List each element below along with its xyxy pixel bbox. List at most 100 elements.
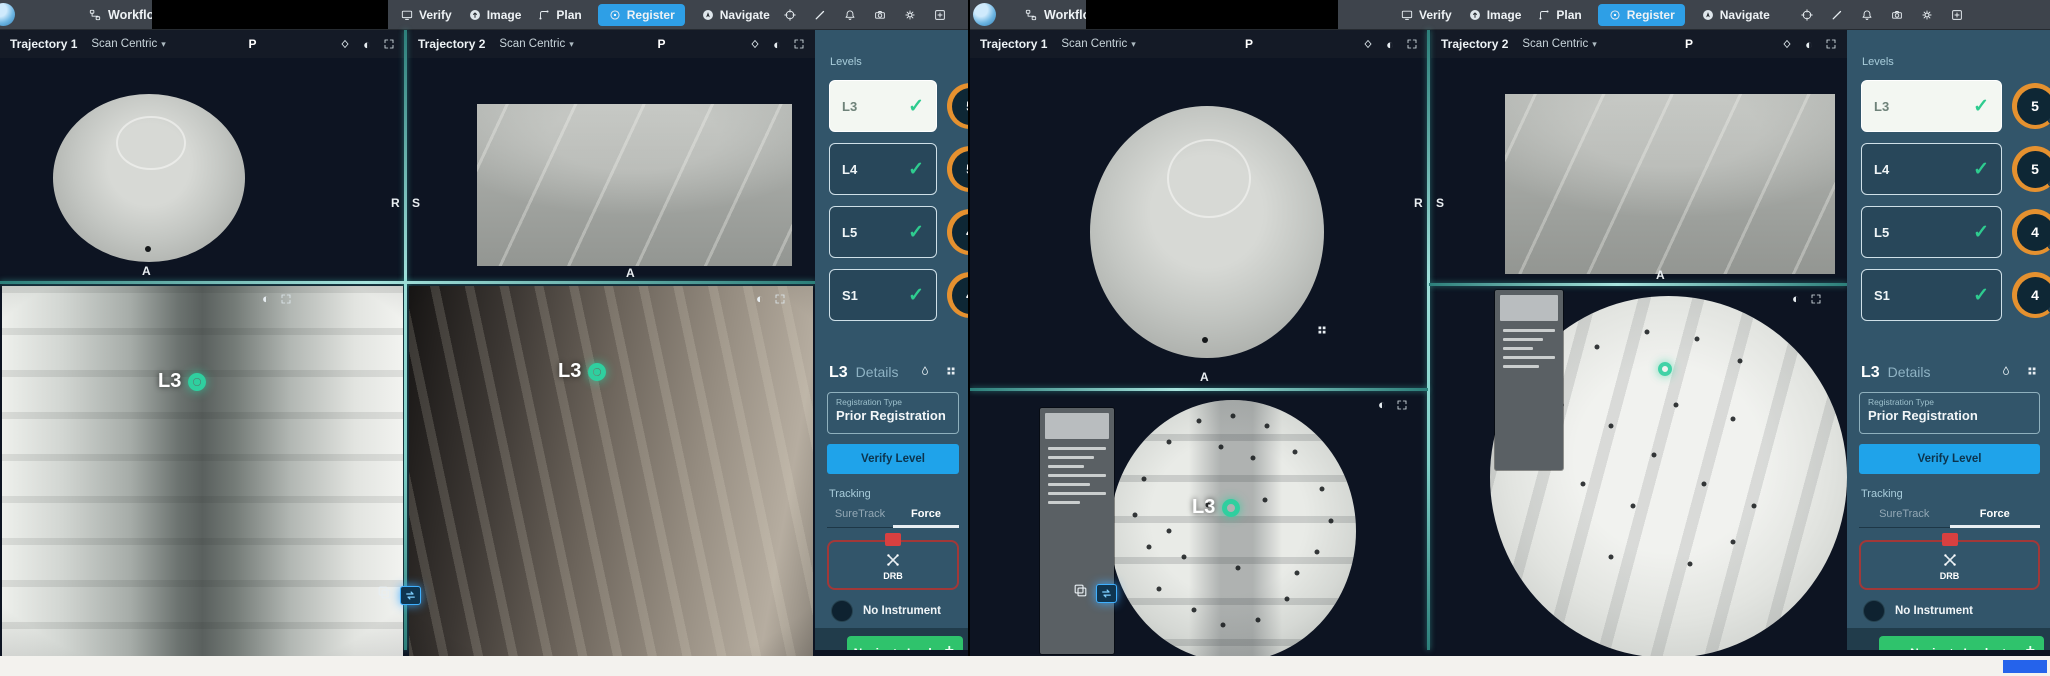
contrast-icon[interactable]: ◐ bbox=[363, 38, 371, 51]
view-mode-dropdown[interactable]: Scan Centric▾ bbox=[1522, 38, 1596, 50]
level-button[interactable]: L4 ✓ bbox=[829, 143, 937, 195]
tab-suretrack[interactable]: SureTrack bbox=[1859, 508, 1950, 527]
level-button[interactable]: L5 ✓ bbox=[829, 206, 937, 258]
level-marker-l3[interactable]: L3 bbox=[1192, 496, 1240, 519]
level-button-l3[interactable]: L3 ✓ 5 bbox=[829, 80, 968, 132]
panel-footer: ← Navigate Implants + bbox=[1847, 628, 2050, 650]
sagittal-ct-view[interactable] bbox=[1505, 94, 1835, 274]
clear-icon[interactable] bbox=[919, 365, 931, 377]
level-button-l4[interactable]: L4 ✓ 5 bbox=[829, 143, 968, 195]
bell-icon[interactable] bbox=[843, 8, 857, 22]
tab-force[interactable]: Force bbox=[893, 508, 959, 528]
navigate-implants-button[interactable]: Navigate Implants + bbox=[1879, 636, 2044, 650]
step-navigate[interactable]: Navigate bbox=[1701, 8, 1770, 22]
step-register[interactable]: Register bbox=[598, 4, 685, 26]
grid-icon[interactable] bbox=[945, 365, 957, 377]
camera-icon[interactable] bbox=[1890, 8, 1904, 22]
layers-diamond-icon[interactable] bbox=[339, 38, 351, 50]
fiducial-dot bbox=[1730, 417, 1735, 422]
level-button-l5[interactable]: L5 ✓ 4 bbox=[829, 206, 968, 258]
add-box-icon[interactable] bbox=[1950, 8, 1964, 22]
step-image[interactable]: Image bbox=[1468, 8, 1522, 22]
contrast-icon[interactable]: ◐ bbox=[1792, 292, 1800, 305]
level-count-badge: 4 bbox=[2012, 209, 2050, 255]
target-icon[interactable] bbox=[783, 8, 797, 22]
level-button[interactable]: L3 ✓ bbox=[1861, 80, 2002, 132]
contrast-icon[interactable]: ◐ bbox=[1805, 38, 1813, 51]
axial-ct-view[interactable] bbox=[1090, 106, 1324, 358]
level-marker-ring[interactable] bbox=[1658, 362, 1672, 376]
level-button-l4[interactable]: L4 ✓ 5 bbox=[1861, 143, 2050, 195]
level-button[interactable]: S1 ✓ bbox=[1861, 269, 2002, 321]
step-image[interactable]: Image bbox=[468, 8, 522, 22]
tracking-slider-handle[interactable] bbox=[1942, 533, 1958, 546]
contrast-icon[interactable]: ◐ bbox=[1386, 38, 1394, 51]
registration-type-field[interactable]: Registration Type Prior Registration bbox=[827, 392, 959, 434]
layers-diamond-icon[interactable] bbox=[1362, 38, 1374, 50]
sagittal-ct-view[interactable] bbox=[477, 104, 792, 266]
target-icon[interactable] bbox=[1800, 8, 1814, 22]
contrast-icon[interactable]: ◐ bbox=[262, 292, 270, 305]
contrast-icon[interactable]: ◐ bbox=[773, 38, 781, 51]
step-verify[interactable]: Verify bbox=[400, 8, 452, 22]
level-button[interactable]: S1 ✓ bbox=[829, 269, 937, 321]
gear-icon[interactable] bbox=[903, 8, 917, 22]
contrast-icon[interactable]: ◐ bbox=[756, 292, 764, 305]
expand-icon[interactable] bbox=[1396, 399, 1408, 411]
bell-icon[interactable] bbox=[1860, 8, 1874, 22]
level-button[interactable]: L4 ✓ bbox=[1861, 143, 2002, 195]
view-mode-dropdown[interactable]: Scan Centric▾ bbox=[499, 38, 573, 50]
level-marker-l3[interactable]: L3 bbox=[158, 370, 206, 393]
layers-diamond-icon[interactable] bbox=[749, 38, 761, 50]
tab-suretrack[interactable]: SureTrack bbox=[827, 508, 893, 527]
gear-icon[interactable] bbox=[1920, 8, 1934, 22]
back-arrow-icon[interactable]: ← bbox=[823, 644, 839, 650]
expand-icon[interactable] bbox=[1825, 38, 1837, 50]
level-button-s1[interactable]: S1 ✓ 4 bbox=[1861, 269, 2050, 321]
add-box-icon[interactable] bbox=[933, 8, 947, 22]
step-register[interactable]: Register bbox=[1598, 4, 1685, 26]
layers-diamond-icon[interactable] bbox=[1781, 38, 1793, 50]
back-arrow-icon[interactable]: ← bbox=[1855, 644, 1871, 650]
verify-level-button[interactable]: Verify Level bbox=[1859, 444, 2040, 474]
tracking-slider-handle[interactable] bbox=[885, 533, 901, 546]
copy-view-icon[interactable] bbox=[1072, 582, 1089, 604]
navigate-implants-button[interactable]: Navigate Implants + bbox=[847, 636, 963, 650]
ap-xray-view[interactable] bbox=[2, 286, 403, 658]
clear-icon[interactable] bbox=[2000, 365, 2012, 377]
level-button[interactable]: L5 ✓ bbox=[1861, 206, 2002, 258]
swap-view-icon[interactable] bbox=[400, 586, 421, 605]
expand-icon[interactable] bbox=[774, 293, 786, 305]
registration-type-field[interactable]: Registration Type Prior Registration bbox=[1859, 392, 2040, 434]
expand-icon[interactable] bbox=[383, 38, 395, 50]
tab-force[interactable]: Force bbox=[1950, 508, 2041, 528]
axial-ct-view[interactable] bbox=[53, 94, 245, 262]
pen-icon[interactable] bbox=[813, 8, 827, 22]
expand-icon[interactable] bbox=[1406, 38, 1418, 50]
camera-icon[interactable] bbox=[873, 8, 887, 22]
lateral-xray-view[interactable] bbox=[409, 286, 813, 658]
level-button-l5[interactable]: L5 ✓ 4 bbox=[1861, 206, 2050, 258]
contrast-icon[interactable]: ◐ bbox=[1378, 398, 1386, 411]
verify-level-button[interactable]: Verify Level bbox=[827, 444, 959, 474]
swap-view-icon[interactable] bbox=[1096, 584, 1117, 603]
step-navigate[interactable]: Navigate bbox=[701, 8, 770, 22]
step-plan[interactable]: Plan bbox=[537, 8, 581, 22]
level-button-l3[interactable]: L3 ✓ 5 bbox=[1861, 80, 2050, 132]
level-marker-l3[interactable]: L3 bbox=[558, 360, 606, 383]
expand-icon[interactable] bbox=[793, 38, 805, 50]
copy-view-icon[interactable] bbox=[376, 584, 393, 606]
ap-fluoro-view[interactable] bbox=[1110, 400, 1356, 658]
grid-icon[interactable] bbox=[2026, 365, 2038, 377]
level-button[interactable]: L3 ✓ bbox=[829, 80, 937, 132]
view-mode-dropdown[interactable]: Scan Centric▾ bbox=[91, 38, 165, 50]
fiducial-dot bbox=[1652, 453, 1657, 458]
level-button-s1[interactable]: S1 ✓ 4 bbox=[829, 269, 968, 321]
expand-icon[interactable] bbox=[1810, 293, 1822, 305]
grid-icon[interactable] bbox=[1316, 324, 1328, 336]
pen-icon[interactable] bbox=[1830, 8, 1844, 22]
expand-icon[interactable] bbox=[280, 293, 292, 305]
view-mode-dropdown[interactable]: Scan Centric▾ bbox=[1061, 38, 1135, 50]
step-plan[interactable]: Plan bbox=[1537, 8, 1581, 22]
step-verify[interactable]: Verify bbox=[1400, 8, 1452, 22]
